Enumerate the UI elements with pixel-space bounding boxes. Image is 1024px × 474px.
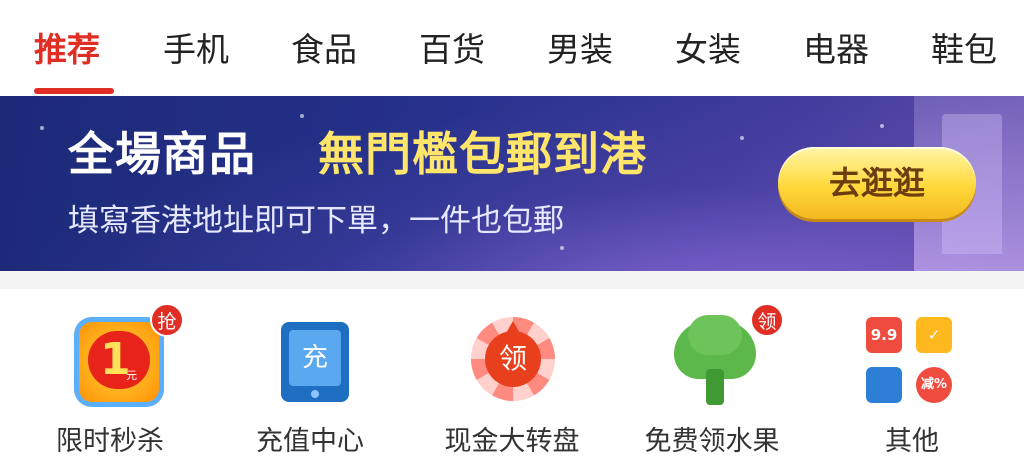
tab-phones[interactable]: 手机 — [163, 26, 229, 74]
grab-badge: 抢 — [150, 303, 184, 337]
calendar-check-icon: ✓ — [916, 317, 952, 353]
tab-general-goods[interactable]: 百货 — [419, 26, 485, 74]
entry-free-fruit[interactable]: 领 免费领水果 — [610, 289, 814, 474]
go-shopping-button[interactable]: 去逛逛 — [778, 147, 976, 219]
entry-flash-sale[interactable]: 1 元 抢 限时秒杀 — [8, 289, 212, 474]
wheel-center: 领 — [485, 331, 541, 387]
entry-label: 充值中心 — [256, 426, 364, 457]
entry-label: 现金大转盘 — [444, 426, 580, 457]
flash-sale-currency: 元 — [126, 369, 137, 382]
recharge-home-dot — [311, 390, 319, 398]
tab-electronics[interactable]: 电器 — [803, 26, 869, 74]
tab-recommend[interactable]: 推荐 — [34, 26, 100, 74]
flash-sale-icon: 1 元 — [74, 317, 164, 407]
discount-icon: 减% — [916, 367, 952, 403]
banner-title-highlight: 無門檻包郵到港 — [318, 127, 647, 181]
book-icon — [866, 367, 902, 403]
entry-label: 其他 — [885, 426, 939, 457]
banner-star — [40, 126, 44, 130]
wheel-pointer — [505, 321, 521, 335]
tab-shoes-bags[interactable]: 鞋包 — [931, 26, 997, 74]
tab-menswear[interactable]: 男装 — [547, 26, 613, 74]
price-tag-icon: 9.9 — [866, 317, 902, 353]
banner-subtitle: 填寫香港地址即可下單，一件也包郵 — [68, 203, 564, 239]
fruit-tree-icon — [670, 315, 760, 407]
entry-label: 限时秒杀 — [56, 426, 164, 457]
category-tabs: 推荐 手机 食品 百货 男装 女装 电器 鞋包 — [0, 0, 1024, 96]
banner-star — [880, 124, 884, 128]
active-tab-indicator — [34, 88, 114, 94]
recharge-icon: 充 — [281, 322, 349, 402]
banner-title-white: 全場商品 — [68, 127, 256, 181]
banner-star — [560, 246, 564, 250]
entry-recharge-center[interactable]: 充 充值中心 — [208, 289, 412, 474]
tree-trunk — [706, 369, 724, 405]
cash-wheel-icon: 领 — [471, 317, 555, 401]
tab-food[interactable]: 食品 — [291, 26, 357, 74]
banner-star — [300, 114, 304, 118]
claim-badge: 领 — [750, 303, 784, 337]
section-divider — [0, 271, 1024, 289]
more-grid-icon: 9.9 ✓ 减% — [866, 317, 958, 409]
banner-star — [740, 136, 744, 140]
entry-cash-wheel[interactable]: 领 现金大转盘 — [410, 289, 614, 474]
tab-womenswear[interactable]: 女装 — [675, 26, 741, 74]
entry-label: 免费领水果 — [644, 426, 780, 457]
entry-others[interactable]: 9.9 ✓ 减% 其他 — [810, 289, 1014, 474]
tree-crown-top — [688, 315, 742, 355]
recharge-screen: 充 — [289, 330, 341, 386]
